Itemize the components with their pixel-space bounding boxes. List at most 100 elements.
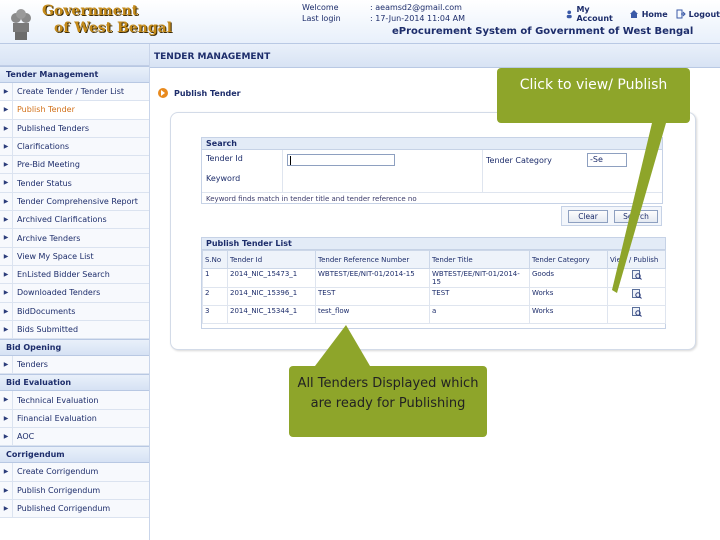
arrow-right-icon: ▶ [0, 137, 13, 156]
search-box: Search Tender Id Keyword Tender Category… [201, 137, 663, 204]
cell-title: TEST [429, 287, 530, 306]
cell-category: Works [529, 287, 608, 306]
sidebar-section-title: Bid Evaluation [0, 374, 149, 392]
sidebar-item-label: Pre-Bid Meeting [17, 160, 80, 170]
search-title: Search [202, 138, 662, 150]
sidebar-item[interactable]: ▶ Technical Evaluation [0, 391, 149, 410]
left-sidebar: Tender Management ▶ Create Tender / Tender… [0, 44, 150, 540]
tender-id-label: Tender Id [206, 154, 243, 163]
cell-tender-id: 2014_NIC_15396_1 [227, 287, 316, 306]
sidebar-item-label: Create Corrigendum [17, 467, 99, 477]
arrow-right-icon: ▶ [0, 247, 13, 265]
government-logo-text: Government of West Bengal [42, 3, 173, 36]
table-row: 1 2014_NIC_15473_1 WBTEST/EE/NIT-01/2014-1… [202, 268, 666, 288]
arrow-right-icon: ▶ [0, 391, 13, 409]
clear-button[interactable]: Clear [568, 210, 608, 223]
arrow-right-icon: ▶ [0, 192, 13, 211]
arrow-right-icon: ▶ [0, 211, 13, 229]
sidebar-item-label: Bids Submitted [17, 325, 79, 334]
home-link[interactable]: Home [629, 5, 668, 23]
col-header: Tender Category [529, 250, 608, 269]
table-row: 3 2014_NIC_15344_1 test_flow a Works [202, 305, 666, 324]
page-title: TENDER MANAGEMENT [150, 44, 720, 68]
sidebar-item-label: Archive Tenders [17, 233, 81, 243]
arrow-right-icon: ▶ [0, 284, 13, 302]
sidebar-item-label: Archived Clarifications [17, 215, 107, 225]
tender-category-select[interactable]: -Se [587, 153, 627, 167]
sidebar-item[interactable]: ▶ EnListed Bidder Search [0, 265, 149, 285]
keyword-hint: Keyword finds match in tender title and … [202, 192, 662, 204]
sidebar-item[interactable]: ▶ Publish Tender [0, 101, 149, 120]
sidebar-item[interactable]: ▶ Tenders [0, 356, 149, 375]
sidebar-item-label: Tenders [17, 360, 48, 370]
arrow-right-icon: ▶ [0, 174, 13, 192]
cell-tender-id: 2014_NIC_15344_1 [227, 305, 316, 324]
sidebar-item[interactable]: ▶ Published Tenders [0, 119, 149, 138]
screen: Government of West Bengal Welcome : aeams… [0, 0, 720, 540]
arrow-right-icon: ▶ [0, 409, 13, 428]
logout-icon [676, 9, 686, 19]
sidebar-item[interactable]: ▶ Pre-Bid Meeting [0, 156, 149, 175]
cell-view [607, 305, 666, 324]
col-header: S.No [202, 250, 228, 269]
search-button-bar: Clear Search [561, 206, 662, 226]
sidebar-item[interactable]: ▶ View My Space List [0, 247, 149, 266]
sidebar-item-label: Published Tenders [17, 123, 90, 133]
sidebar-item[interactable]: ▶ Tender Status [0, 174, 149, 193]
tender-category-label: Tender Category [486, 156, 552, 165]
keyword-label: Keyword [206, 174, 241, 183]
arrow-right-icon [158, 88, 168, 98]
sidebar-item[interactable]: ▶ Bids Submitted [0, 320, 149, 340]
cell-ref: WBTEST/EE/NIT-01/2014-15 [315, 268, 430, 288]
sidebar-item-label: View My Space List [17, 251, 94, 261]
sidebar-section-title: Bid Opening [0, 339, 149, 357]
my-account-link[interactable]: My Account [565, 5, 621, 23]
welcome-value: : aeamsd2@gmail.com [370, 3, 462, 12]
sidebar-item[interactable]: ▶ AOC [0, 428, 149, 447]
sidebar-item-label: Financial Evaluation [17, 413, 97, 423]
state-emblem-icon [11, 9, 31, 40]
arrow-right-icon: ▶ [0, 320, 13, 339]
col-header: Tender Title [429, 250, 530, 269]
sidebar-item-label: Publish Corrigendum [17, 485, 101, 495]
sidebar-item[interactable]: ▶ Clarifications [0, 137, 149, 157]
cell-sno: 2 [202, 287, 228, 306]
callout-view-publish: Click to view/ Publish [497, 68, 690, 123]
last-login-label: Last login [302, 14, 341, 23]
arrow-right-icon: ▶ [0, 302, 13, 320]
sidebar-item[interactable]: ▶ Downloaded Tenders [0, 284, 149, 303]
callout-all-tenders: All Tenders Displayed which are ready fo… [289, 366, 487, 437]
sidebar-item[interactable]: ▶ Create Corrigendum [0, 463, 149, 482]
top-links: My Account Home Logout [565, 5, 720, 23]
sidebar-item-label: Published Corrigendum [17, 504, 111, 514]
tender-id-input[interactable] [287, 154, 395, 166]
logout-link[interactable]: Logout [676, 5, 720, 23]
sidebar-item[interactable]: ▶ Financial Evaluation [0, 409, 149, 429]
sidebar-item-label: Clarifications [17, 142, 70, 152]
home-icon [629, 10, 638, 18]
view-publish-icon[interactable] [631, 270, 642, 280]
sidebar-item[interactable]: ▶ Published Corrigendum [0, 499, 149, 519]
sidebar-item-label: Downloaded Tenders [17, 288, 101, 298]
cell-sno: 1 [202, 268, 228, 288]
welcome-label: Welcome [302, 3, 339, 12]
divider [282, 150, 283, 192]
sidebar-item[interactable]: ▶ Archive Tenders [0, 229, 149, 248]
sidebar-item[interactable]: ▶ Publish Corrigendum [0, 481, 149, 500]
view-publish-icon[interactable] [631, 289, 642, 299]
sidebar-item-label: AOC [17, 432, 35, 442]
arrow-right-icon: ▶ [0, 101, 13, 119]
col-header: Tender Id [227, 250, 316, 269]
search-button[interactable]: Search [614, 210, 658, 223]
sidebar-item-label: Create Tender / Tender List [17, 87, 125, 97]
view-publish-icon[interactable] [631, 307, 642, 317]
content-panel: Search Tender Id Keyword Tender Category… [170, 112, 696, 350]
sidebar-item[interactable]: ▶ Tender Comprehensive Report [0, 192, 149, 212]
sidebar-section-title: Corrigendum [0, 446, 149, 464]
user-info: Welcome: aeamsd2@gmail.com Last login: 1… [302, 2, 465, 24]
sidebar-item-label: Tender Status [17, 178, 72, 188]
sidebar-item[interactable]: ▶ Create Tender / Tender List [0, 83, 149, 102]
arrow-right-icon: ▶ [0, 463, 13, 481]
sidebar-item[interactable]: ▶ Archived Clarifications [0, 211, 149, 230]
sidebar-item[interactable]: ▶ BidDocuments [0, 302, 149, 321]
